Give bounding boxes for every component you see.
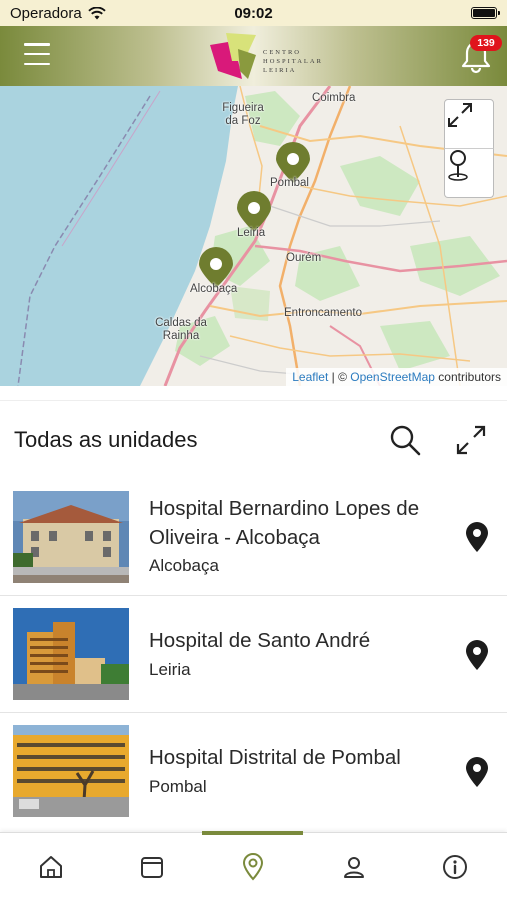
map-marker-leiria[interactable] <box>237 191 271 232</box>
hospital-list-item[interactable]: Hospital Bernardino Lopes de Oliveira - … <box>0 478 507 596</box>
menu-icon-bar <box>24 43 50 46</box>
menu-icon-bar <box>24 62 50 65</box>
logo-line: LEIRIA <box>263 67 297 74</box>
home-icon <box>39 856 62 878</box>
map-pin-icon[interactable] <box>462 757 492 789</box>
battery-icon <box>471 7 500 19</box>
map-locate-button[interactable] <box>444 148 494 198</box>
map-fullscreen-button[interactable] <box>444 99 494 149</box>
tab-calendar[interactable] <box>101 833 202 900</box>
place-label: Ourém <box>286 252 322 264</box>
tab-info[interactable] <box>404 833 505 900</box>
search-icon[interactable] <box>388 423 422 457</box>
hospital-photo-alcobaca <box>13 491 129 583</box>
attribution-separator: | © <box>328 370 351 384</box>
hospital-city: Leiria <box>149 660 191 679</box>
place-label: Leiria <box>237 227 266 239</box>
app-header: CENTRO HOSPITALAR LEIRIA 139 <box>0 26 507 86</box>
location-pin-icon <box>448 150 468 181</box>
place-label: Figueira da Foz <box>222 102 264 127</box>
user-icon <box>343 857 364 878</box>
logo-mark-icon <box>210 33 256 79</box>
map-marker-alcobaca[interactable] <box>199 247 233 288</box>
place-label: Pombal <box>270 177 309 189</box>
place-label: Coimbra <box>312 92 356 104</box>
status-time: 09:02 <box>234 4 273 22</box>
map-view[interactable]: Figueira da Foz Coimbra Pombal Leiria Ou… <box>0 86 507 386</box>
hospital-list-item[interactable]: Hospital de Santo André Leiria <box>0 596 507 713</box>
logo-line: HOSPITALAR <box>263 58 323 65</box>
tab-map[interactable] <box>202 831 303 900</box>
map-attribution: Leaflet | © OpenStreetMap contributors <box>286 368 507 386</box>
info-icon <box>442 855 467 879</box>
tab-home[interactable] <box>0 833 101 900</box>
expand-list-icon[interactable] <box>454 423 488 457</box>
hospital-list-item[interactable]: Hospital Distrital de Pombal Pombal <box>0 713 507 830</box>
map-pin-icon[interactable] <box>462 522 492 554</box>
hospital-photo-leiria <box>13 608 129 700</box>
place-label: Entroncamento <box>284 307 362 319</box>
hospital-name: Hospital de Santo André <box>149 629 371 652</box>
tab-profile[interactable] <box>303 833 404 900</box>
menu-icon-bar <box>24 52 50 56</box>
hospital-photo-pombal <box>13 725 129 817</box>
map-pin-icon <box>242 853 263 881</box>
attribution-contributors: contributors <box>434 370 501 384</box>
hospital-city: Pombal <box>149 777 207 796</box>
logo-line: CENTRO <box>263 49 301 56</box>
status-bar: Operadora 09:02 <box>0 0 507 26</box>
bottom-tab-bar <box>0 831 507 900</box>
list-title: Todas as unidades <box>14 427 198 452</box>
leaflet-link[interactable]: Leaflet <box>292 370 328 384</box>
menu-button[interactable] <box>24 43 50 65</box>
place-label: Caldas da Rainha <box>155 317 207 342</box>
hospital-city: Alcobaça <box>149 556 219 575</box>
openstreetmap-link[interactable]: OpenStreetMap <box>350 370 435 384</box>
hospital-name: Hospital Distrital de Pombal <box>149 746 401 769</box>
logo-text: CENTRO HOSPITALAR LEIRIA <box>263 48 323 75</box>
notification-badge: 139 <box>470 35 502 51</box>
list-header: Todas as unidades <box>0 400 507 476</box>
calendar-icon <box>140 857 163 878</box>
expand-icon <box>448 103 472 127</box>
map-pin-icon[interactable] <box>462 640 492 672</box>
hospital-name: Hospital Bernardino Lopes de Oliveira - … <box>149 497 420 549</box>
place-label: Alcobaça <box>190 283 238 295</box>
chl-logo: CENTRO HOSPITALAR LEIRIA <box>208 31 321 81</box>
